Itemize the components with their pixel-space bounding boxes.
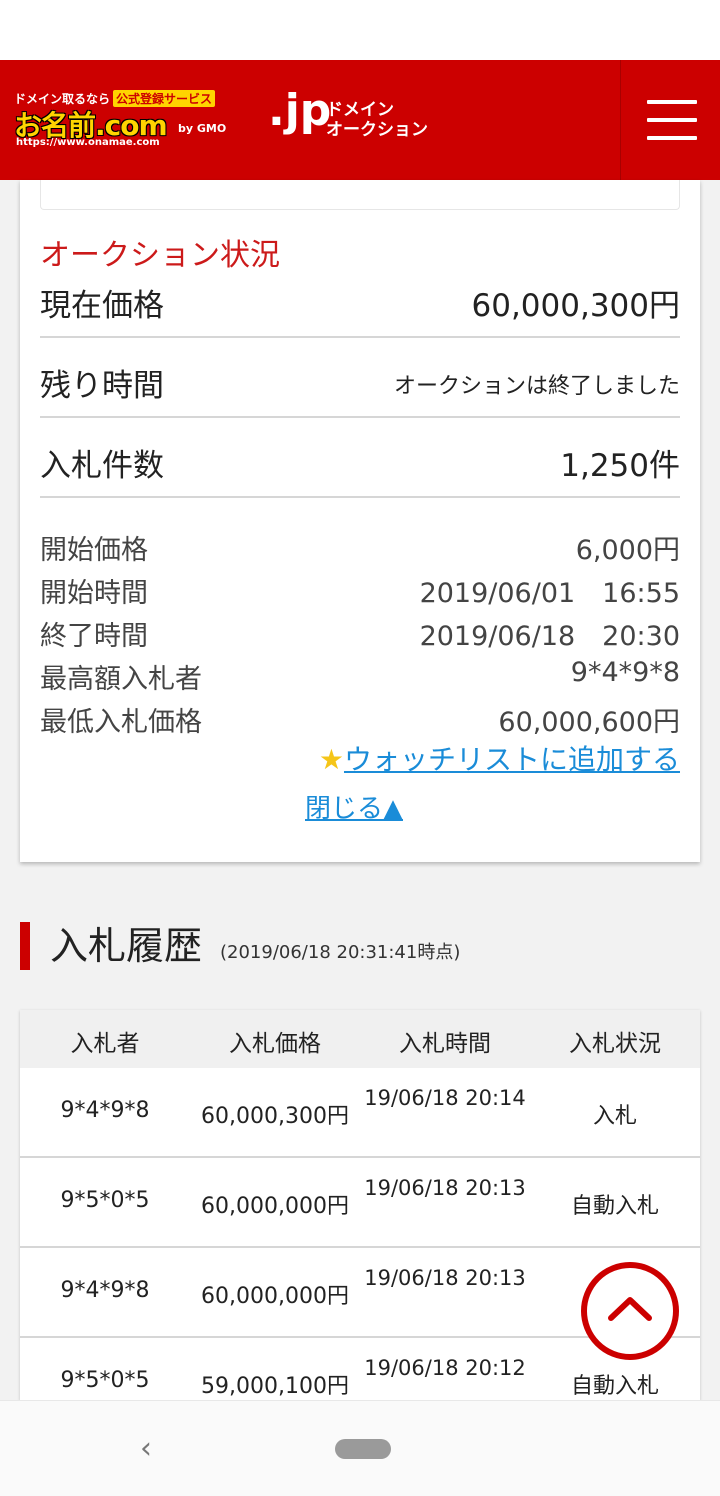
- jp-label-line1: ドメイン: [326, 100, 394, 120]
- table-row: 9*5*0*5 60,000,000円 19/06/18 20:13 自動入札: [20, 1158, 700, 1248]
- cell-time: 19/06/18 20:13: [364, 1266, 526, 1290]
- detail-row: 最低入札価格 60,000,600円: [40, 700, 680, 738]
- heading-accent-bar: [20, 922, 30, 970]
- watchlist-add-link[interactable]: ウォッチリストに追加する: [344, 743, 680, 776]
- detail-label: 開始時間: [40, 578, 148, 609]
- brand-by-gmo: by GMO: [178, 122, 227, 135]
- cell-bidder: 9*4*9*8: [60, 1278, 150, 1303]
- detail-value: 6,000円: [575, 535, 680, 566]
- detail-value: 60,000,600円: [498, 707, 680, 738]
- remaining-time-value: オークションは終了しました: [393, 374, 680, 399]
- jp-logo-text: .jp: [268, 85, 332, 136]
- onamae-logo[interactable]: ドメイン取るなら 公式登録サービス お名前.com by GMO https://…: [14, 90, 234, 152]
- jp-label-line2: オークション: [326, 120, 428, 140]
- detail-row: 最高額入札者 9*4*9*8: [40, 657, 680, 695]
- current-price-label: 現在価格: [40, 288, 164, 324]
- cell-status: 自動入札: [570, 1374, 659, 1399]
- status-bar: 20:31 91%: [0, 0, 720, 60]
- bid-count-value: 1,250件: [560, 448, 680, 484]
- hamburger-menu-button[interactable]: [620, 60, 720, 180]
- detail-label: 終了時間: [40, 621, 148, 652]
- brand-url: https://www.onamae.com: [16, 137, 160, 148]
- detail-row: 開始価格 6,000円: [40, 528, 680, 566]
- watchlist-add: ★ウォッチリストに追加する: [319, 738, 680, 778]
- home-pill-icon[interactable]: [335, 1439, 391, 1459]
- column-header-status: 入札状況: [569, 1031, 661, 1057]
- detail-row: 終了時間 2019/06/18 20:30: [40, 614, 680, 652]
- card-inner-box: [40, 180, 680, 210]
- table-header: 入札者 入札価格 入札時間 入札状況: [20, 1010, 700, 1068]
- cell-bidder: 9*4*9*8: [60, 1098, 150, 1123]
- back-chevron-icon[interactable]: ‹: [140, 1431, 152, 1466]
- close-details-link[interactable]: 閉じる▲: [305, 788, 403, 825]
- column-header-time: 入札時間: [399, 1031, 491, 1057]
- scroll-to-top-button[interactable]: [581, 1262, 679, 1360]
- auction-status-card: オークション状況 現在価格 60,000,300円 残り時間 オークションは終了…: [20, 180, 700, 862]
- jp-auction-logo[interactable]: .jp ドメイン オークション: [268, 86, 448, 146]
- column-header-price: 入札価格: [229, 1031, 321, 1057]
- site-header: ドメイン取るなら 公式登録サービス お名前.com by GMO https://…: [0, 60, 720, 180]
- cell-time: 19/06/18 20:12: [364, 1356, 526, 1380]
- cell-price: 59,000,100円: [201, 1374, 349, 1399]
- detail-value: 2019/06/18 20:30: [419, 621, 680, 652]
- cell-status: 入札: [592, 1104, 637, 1129]
- detail-label: 最低入札価格: [40, 707, 202, 738]
- bid-history-heading: 入札履歴 (2019/06/18 20:31:41時点): [20, 922, 700, 970]
- cell-status: 自動入札: [570, 1194, 659, 1219]
- column-header-bidder: 入札者: [70, 1031, 140, 1057]
- cell-time: 19/06/18 20:14: [364, 1086, 526, 1110]
- system-nav-bar: ‹: [0, 1400, 720, 1496]
- chevron-up-icon: [608, 1297, 652, 1321]
- bid-count-row: 入札件数 1,250件: [40, 418, 680, 498]
- bid-count-label: 入札件数: [40, 448, 164, 484]
- current-price-value: 60,000,300円: [471, 288, 681, 324]
- remaining-time-row: 残り時間 オークションは終了しました: [40, 338, 680, 418]
- star-icon: ★: [318, 743, 344, 776]
- detail-value: 9*4*9*8: [570, 657, 680, 688]
- hamburger-icon: [647, 100, 697, 104]
- table-row: 9*4*9*8 60,000,300円 19/06/18 20:14 入札: [20, 1068, 700, 1158]
- bid-history-title: 入札履歴: [50, 924, 203, 968]
- remaining-time-label: 残り時間: [40, 368, 164, 404]
- cell-price: 60,000,000円: [201, 1194, 349, 1219]
- current-price-row: 現在価格 60,000,300円: [40, 258, 680, 338]
- detail-label: 開始価格: [40, 535, 148, 566]
- cell-price: 60,000,000円: [201, 1284, 349, 1309]
- detail-label: 最高額入札者: [40, 664, 202, 695]
- cell-bidder: 9*5*0*5: [60, 1188, 150, 1213]
- cell-bidder: 9*5*0*5: [60, 1368, 150, 1393]
- detail-value: 2019/06/01 16:55: [419, 578, 680, 609]
- detail-row: 開始時間 2019/06/01 16:55: [40, 571, 680, 609]
- cell-time: 19/06/18 20:13: [364, 1176, 526, 1200]
- bid-history-timestamp: (2019/06/18 20:31:41時点): [220, 942, 461, 963]
- cell-price: 60,000,300円: [201, 1104, 349, 1129]
- status-bar-clip: [0, 0, 720, 34]
